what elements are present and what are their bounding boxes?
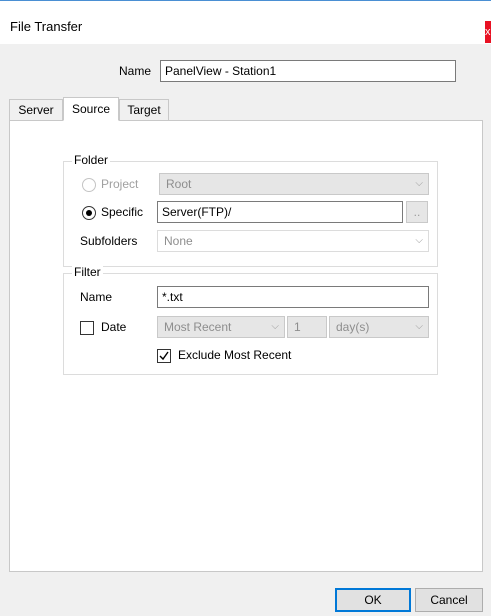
- date-mode-combo[interactable]: Most Recent ⌵: [157, 316, 285, 338]
- exclude-label: Exclude Most Recent: [178, 348, 292, 362]
- date-unit-combo[interactable]: day(s) ⌵: [329, 316, 429, 338]
- project-combo[interactable]: Root ⌵: [159, 173, 429, 195]
- filter-name-input[interactable]: *.txt: [157, 286, 429, 308]
- title-bar: File Transfer x: [0, 0, 491, 44]
- chevron-down-icon: ⌵: [415, 178, 423, 189]
- radio-dot-icon: [86, 210, 92, 216]
- project-value: Root: [166, 177, 192, 191]
- filter-group: Filter Name *.txt Date Most Recent ⌵ 1 d…: [63, 265, 438, 375]
- folder-legend: Folder: [72, 153, 111, 167]
- project-label: Project: [101, 177, 139, 191]
- exclude-checkbox[interactable]: [157, 349, 171, 363]
- date-count-input[interactable]: 1: [287, 316, 327, 338]
- specific-label: Specific: [101, 205, 144, 219]
- date-checkbox[interactable]: [80, 321, 94, 335]
- source-tab-panel: Folder Project Root ⌵ Specific Server(FT…: [9, 120, 483, 572]
- file-transfer-dialog: File Transfer x Name PanelView - Station…: [0, 0, 491, 616]
- subfolders-label: Subfolders: [80, 234, 138, 248]
- name-input[interactable]: PanelView - Station1: [160, 60, 456, 82]
- specific-input[interactable]: Server(FTP)/: [157, 201, 403, 223]
- date-label: Date: [101, 320, 127, 334]
- filter-name-label: Name: [80, 290, 113, 304]
- checkmark-icon: [159, 351, 169, 361]
- tab-source[interactable]: Source: [63, 97, 119, 121]
- chevron-down-icon: ⌵: [271, 321, 279, 332]
- ok-button[interactable]: OK: [335, 588, 411, 612]
- tab-strip: Server Source Target: [0, 97, 491, 121]
- filter-legend: Filter: [72, 265, 103, 279]
- chevron-down-icon: ⌵: [415, 321, 423, 332]
- subfolders-value: None: [164, 234, 193, 248]
- close-icon[interactable]: x: [485, 21, 491, 43]
- name-label: Name: [119, 64, 152, 78]
- window-title: File Transfer: [10, 19, 83, 34]
- date-mode-value: Most Recent: [164, 320, 232, 334]
- specific-radio[interactable]: [82, 206, 96, 220]
- date-unit-value: day(s): [336, 320, 370, 334]
- tab-server[interactable]: Server: [9, 99, 63, 121]
- cancel-button[interactable]: Cancel: [415, 588, 483, 612]
- subfolders-combo[interactable]: None ⌵: [157, 230, 429, 252]
- chevron-down-icon: ⌵: [415, 235, 423, 246]
- browse-button[interactable]: ..: [406, 201, 428, 223]
- project-radio[interactable]: [82, 178, 96, 192]
- folder-group: Folder Project Root ⌵ Specific Server(FT…: [63, 153, 438, 267]
- tab-target[interactable]: Target: [119, 99, 169, 121]
